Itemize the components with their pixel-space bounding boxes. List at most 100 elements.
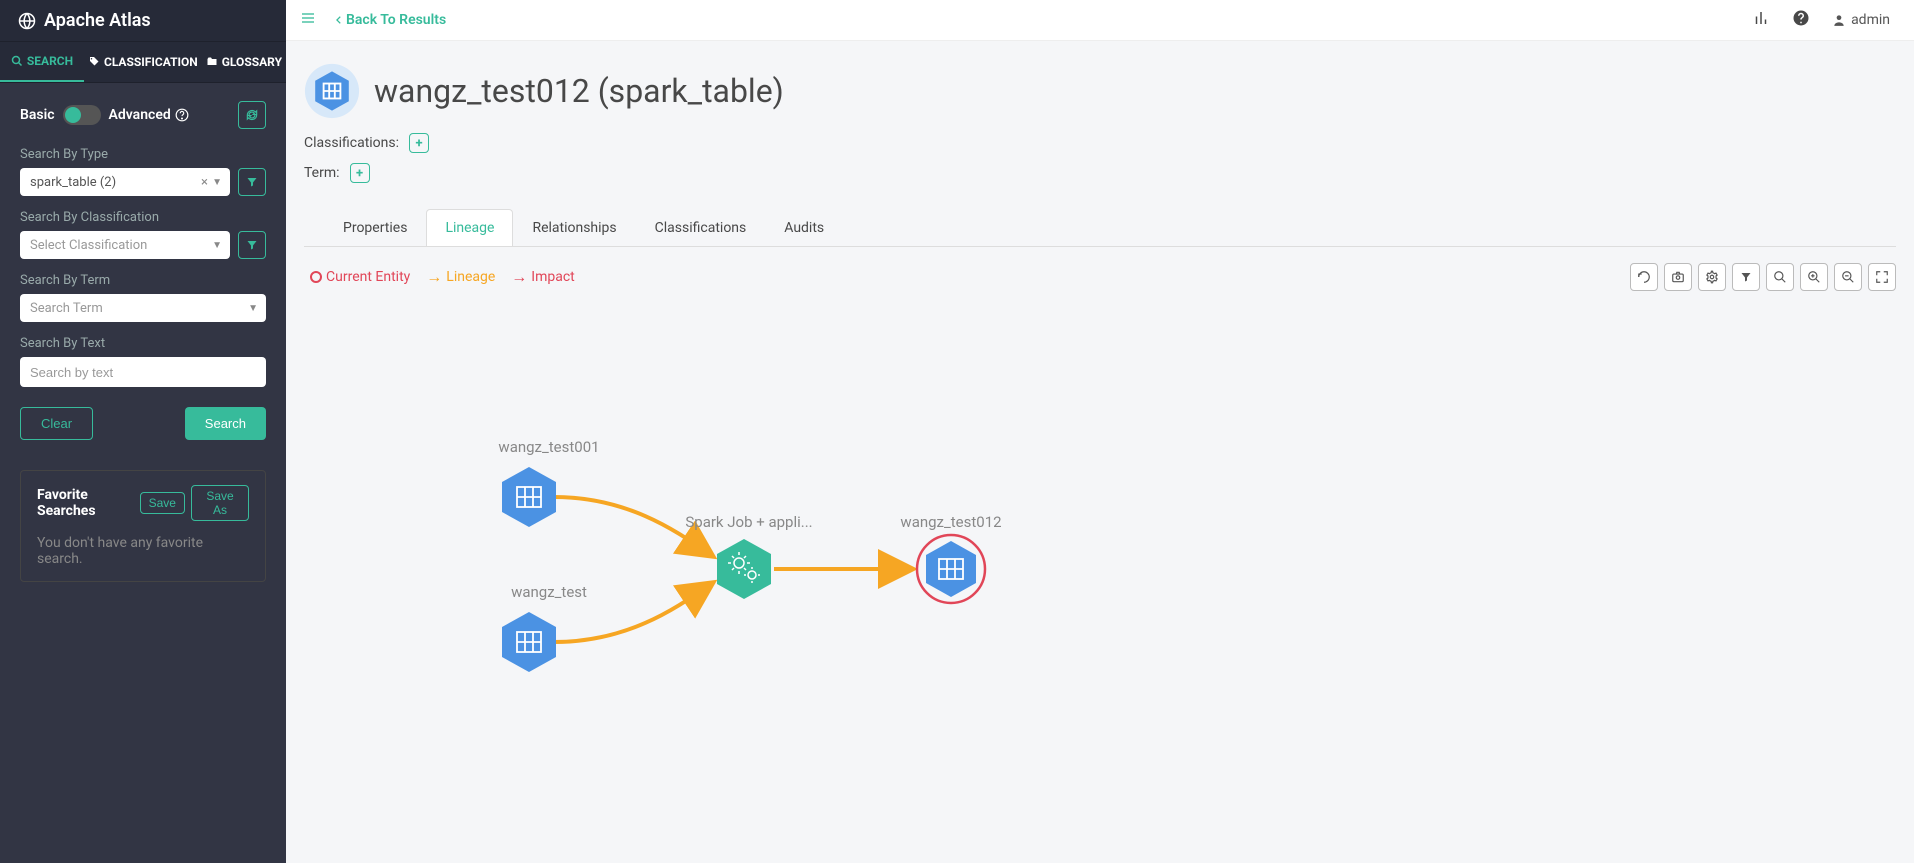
tab-classifications[interactable]: Classifications — [636, 209, 766, 246]
search-icon — [1773, 270, 1787, 284]
lineage-node[interactable]: wangz_test — [502, 583, 587, 672]
svg-text:wangz_test012: wangz_test012 — [900, 513, 1001, 531]
zoom-in-button[interactable] — [1800, 263, 1828, 291]
search-text-input[interactable] — [20, 357, 266, 387]
legend-impact: →Impact — [511, 267, 574, 287]
lineage-node[interactable]: wangz_test001 — [498, 438, 599, 527]
circle-icon — [310, 271, 322, 283]
favorites-title: Favorite Searches — [37, 487, 140, 519]
label-search-term: Search By Term — [20, 273, 266, 288]
stats-button[interactable] — [1752, 9, 1770, 31]
help-icon[interactable] — [175, 108, 189, 122]
refresh-button[interactable] — [238, 101, 266, 129]
tab-lineage[interactable]: Lineage — [426, 209, 513, 246]
classifications-row: Classifications: + — [304, 133, 1896, 153]
favorites-empty: You don't have any favorite search. — [37, 535, 249, 567]
type-select[interactable]: spark_table (2) × ▼ — [20, 168, 230, 196]
fav-save-button[interactable]: Save — [140, 492, 185, 514]
arrow-icon: → — [426, 267, 442, 287]
detail-tabs: Properties Lineage Relationships Classif… — [304, 209, 1896, 247]
search-icon — [11, 55, 23, 67]
lineage-current-node[interactable]: wangz_test012 — [900, 513, 1001, 603]
gear-icon — [1705, 270, 1719, 284]
user-icon — [1832, 13, 1846, 27]
chevron-down-icon: ▼ — [212, 240, 222, 251]
arrow-icon: → — [511, 267, 527, 287]
sidebar-tabs: SEARCH CLASSIFICATION GLOSSARY — [0, 42, 286, 83]
sidebar: Apache Atlas SEARCH CLASSIFICATION GLOSS… — [0, 0, 286, 863]
help-icon — [1792, 9, 1810, 27]
user-menu[interactable]: admin — [1832, 12, 1890, 28]
chevron-left-icon — [334, 13, 344, 27]
tab-glossary[interactable]: GLOSSARY — [202, 42, 286, 82]
bar-chart-icon — [1752, 9, 1770, 27]
chevron-down-icon: ▼ — [212, 177, 222, 188]
fav-saveas-button[interactable]: Save As — [191, 485, 249, 521]
brand-logo: Apache Atlas — [0, 0, 286, 42]
zoom-in-icon — [1807, 270, 1821, 284]
settings-button[interactable] — [1698, 263, 1726, 291]
fullscreen-button[interactable] — [1868, 263, 1896, 291]
clear-button[interactable]: Clear — [20, 407, 93, 440]
back-to-results[interactable]: Back To Results — [334, 12, 446, 28]
entity-header: wangz_test012 (spark_table) — [304, 63, 1896, 119]
main-area: Back To Results admin — [286, 0, 1914, 863]
search-panel: Basic Advanced Search By Type spark_tabl… — [0, 83, 286, 458]
mode-basic-label: Basic — [20, 107, 55, 123]
tab-audits[interactable]: Audits — [765, 209, 843, 246]
content: wangz_test012 (spark_table) Classificati… — [286, 41, 1914, 863]
expand-icon — [1875, 270, 1889, 284]
zoom-out-button[interactable] — [1834, 263, 1862, 291]
term-row: Term: + — [304, 163, 1896, 183]
mode-advanced-label: Advanced — [109, 107, 189, 123]
lineage-graph[interactable]: wangz_test001 wangz_test Spark Job + app… — [304, 307, 1564, 767]
svg-text:wangz_test: wangz_test — [511, 583, 587, 601]
topbar: Back To Results admin — [286, 0, 1914, 41]
filter-icon — [246, 239, 258, 251]
refresh-icon — [245, 108, 259, 122]
label-search-text: Search By Text — [20, 336, 266, 351]
term-label: Term: — [304, 165, 340, 181]
filter-button[interactable] — [1732, 263, 1760, 291]
classification-select[interactable]: Select Classification ▼ — [20, 231, 230, 259]
reset-icon — [1637, 270, 1651, 284]
filter-icon — [246, 176, 258, 188]
legend-lineage: →Lineage — [426, 267, 495, 287]
globe-icon — [18, 12, 36, 30]
tab-search[interactable]: SEARCH — [0, 42, 84, 82]
lineage-toolbar — [1630, 263, 1896, 291]
type-clear[interactable]: × — [201, 175, 208, 190]
folder-icon — [206, 56, 218, 68]
camera-icon — [1671, 270, 1685, 284]
svg-text:wangz_test001: wangz_test001 — [498, 438, 599, 456]
reset-button[interactable] — [1630, 263, 1658, 291]
filter-icon — [1740, 271, 1752, 283]
entity-title: wangz_test012 (spark_table) — [374, 72, 784, 110]
classifications-label: Classifications: — [304, 135, 399, 151]
help-button[interactable] — [1792, 9, 1810, 31]
mode-toggle[interactable] — [63, 105, 101, 125]
brand-text: Apache Atlas — [44, 10, 151, 31]
tab-relationships[interactable]: Relationships — [513, 209, 635, 246]
tab-classification[interactable]: CLASSIFICATION — [84, 42, 202, 82]
add-term-button[interactable]: + — [350, 163, 370, 183]
label-search-class: Search By Classification — [20, 210, 266, 225]
sidebar-toggle[interactable] — [296, 6, 320, 34]
tab-properties[interactable]: Properties — [324, 209, 426, 246]
label-search-type: Search By Type — [20, 147, 266, 162]
add-classification-button[interactable]: + — [409, 133, 429, 153]
search-node-button[interactable] — [1766, 263, 1794, 291]
tag-icon — [88, 56, 100, 68]
lineage-panel: Current Entity →Lineage →Impact — [304, 257, 1896, 767]
search-button[interactable]: Search — [185, 407, 266, 440]
zoom-out-icon — [1841, 270, 1855, 284]
menu-icon — [300, 10, 316, 26]
entity-type-icon — [304, 63, 360, 119]
type-filter-button[interactable] — [238, 168, 266, 196]
svg-text:Spark Job + appli...: Spark Job + appli... — [685, 513, 812, 531]
favorite-searches: Favorite Searches Save Save As You don't… — [20, 470, 266, 582]
legend-current: Current Entity — [310, 269, 410, 285]
term-select[interactable]: Search Term ▼ — [20, 294, 266, 322]
snapshot-button[interactable] — [1664, 263, 1692, 291]
class-filter-button[interactable] — [238, 231, 266, 259]
